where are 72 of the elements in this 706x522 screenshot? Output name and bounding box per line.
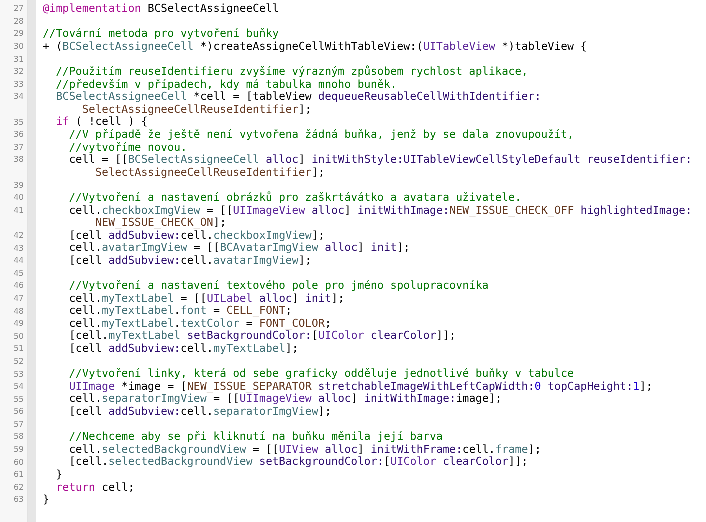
line-number: 42 — [14, 230, 24, 241]
code-line: SelectAssigneeCellReuseIdentifier]; — [94, 166, 325, 180]
code-line: } — [55, 468, 63, 482]
code-line: if ( !cell ) { — [55, 116, 148, 129]
line-number: 34 — [14, 92, 24, 102]
line-number: 54 — [14, 382, 24, 392]
line-number: 32 — [14, 67, 24, 78]
line-number: 33 — [14, 80, 24, 90]
code-line: cell.myTextLabel = [[UILabel alloc] init]; — [68, 292, 345, 306]
code-line: @implementation BCSelectAssigneeCell — [43, 3, 280, 16]
code-line: + (BCSelectAssigneeCell *)createAssigneCellWithTableView:(UITableView *)tableView { — [43, 40, 588, 54]
code-line: BCSelectAssigneeCell *cell = [tableView dequeueReusableCellWithIdentifier: — [55, 91, 542, 104]
line-number: 38 — [14, 155, 24, 166]
line-number: 55 — [14, 394, 24, 405]
line-number: 63 — [14, 495, 24, 506]
code-line: cell.myTextLabel.textColor = FONT_COLOR; — [68, 318, 332, 330]
line-number: 46 — [14, 281, 24, 292]
code-line: //Použitím reuseIdentifieru zvyšíme výrazným způsobem rychlost aplikace, — [55, 66, 528, 79]
line-number: 47 — [14, 294, 24, 304]
code-line: return cell; — [55, 482, 135, 494]
line-number: 41 — [14, 206, 24, 216]
line-number: 43 — [14, 244, 24, 254]
line-number: 50 — [14, 332, 24, 342]
line-number: 39 — [14, 180, 24, 191]
code-line: cell.myTextLabel.font = CELL_FONT; — [68, 305, 292, 318]
line-number: 52 — [14, 356, 24, 367]
code-line: [cell.selectedBackgroundView setBackgroundColor:[UIColor clearColor]]; — [68, 456, 528, 469]
code-line: [cell addSubview:cell.avatarImgView]; — [68, 254, 312, 268]
code-line: [cell addSubview:cell.checkboxImgView]; — [68, 230, 325, 242]
line-number: 58 — [14, 432, 24, 442]
code-line: SelectAssigneeCellReuseIdentifier]; — [81, 104, 312, 116]
line-number: 36 — [14, 130, 24, 140]
line-number: 56 — [14, 407, 24, 418]
line-number: 31 — [14, 54, 24, 65]
code-line: [cell addSubview:cell.separatorImgView]; — [68, 406, 332, 419]
code-line: [cell addSubview:cell.myTextLabel]; — [68, 343, 299, 356]
line-number: 57 — [14, 420, 24, 430]
line-number: 35 — [14, 118, 24, 128]
line-number: 45 — [14, 268, 24, 279]
code-line: //Vytvoření linky, která od sebe graficky odděluje jednotlivé buňky v tabulce — [68, 368, 574, 381]
line-number: 28 — [14, 16, 24, 27]
line-number: 62 — [14, 482, 24, 493]
code-line: NEW_ISSUE_CHECK_ON]; — [94, 217, 227, 230]
line-number: 44 — [14, 256, 24, 266]
line-number: 51 — [14, 344, 24, 354]
code-line: //především v případech, kdy má tabulka mnoho buněk. — [55, 78, 398, 92]
code-line: //Tovární metoda pro vytvoření buňky — [43, 28, 280, 41]
line-number: 29 — [14, 29, 24, 40]
line-number: 59 — [14, 445, 24, 456]
code-line: cell = [[BCSelectAssigneeCell alloc] initWithStyle:UITableViewCellStyleDefault reuseIdentifier: — [68, 154, 692, 167]
code-line: //Vytvoření a nastavení obrázků pro zaškrtávátko a avatara uživatele. — [68, 192, 522, 204]
fold-ribbon[interactable] — [28, 0, 36, 522]
line-number: 48 — [14, 306, 24, 317]
code-line: UIImage *image = [NEW_ISSUE_SEPARATOR stretchableImageWithLeftCapWidth:0 topCapHeight:1]; — [68, 380, 653, 394]
line-number: 30 — [14, 42, 24, 52]
code-line: cell.checkboxImgView = [[UIImageView alloc] initWithImage:NEW_ISSUE_CHECK_OFF highlightedImage: — [68, 204, 692, 218]
line-number: 60 — [14, 458, 24, 468]
code-line: [cell.myTextLabel setBackgroundColor:[UIColor clearColor]]; — [68, 330, 456, 344]
line-number: 37 — [14, 142, 24, 153]
code-line: //V případě že ještě není vytvořena žádná buňka, jenž by se dala znovupoužít, — [68, 128, 574, 142]
line-number: 49 — [14, 319, 24, 330]
line-number: 61 — [14, 470, 24, 480]
code-line: } — [43, 494, 50, 507]
line-number: 27 — [14, 4, 24, 14]
line-number: 40 — [14, 193, 24, 204]
code-line: cell.selectedBackgroundView = [[UIView alloc] initWithFrame:cell.frame]; — [68, 444, 542, 456]
code-line: //vytvoříme novou. — [68, 142, 188, 154]
code-line: cell.separatorImgView = [[UIImageView alloc] initWithImage:image]; — [68, 393, 502, 406]
code-line: //Vytvoření a nastavení textového pole pro jméno spolupracovníka — [68, 280, 489, 293]
line-number: 53 — [14, 370, 24, 380]
code-line: //Nechceme aby se při kliknutí na buňku měnila její barva — [68, 431, 443, 444]
code-line: cell.avatarImgView = [[BCAvatarImgView alloc] init]; — [68, 242, 410, 255]
